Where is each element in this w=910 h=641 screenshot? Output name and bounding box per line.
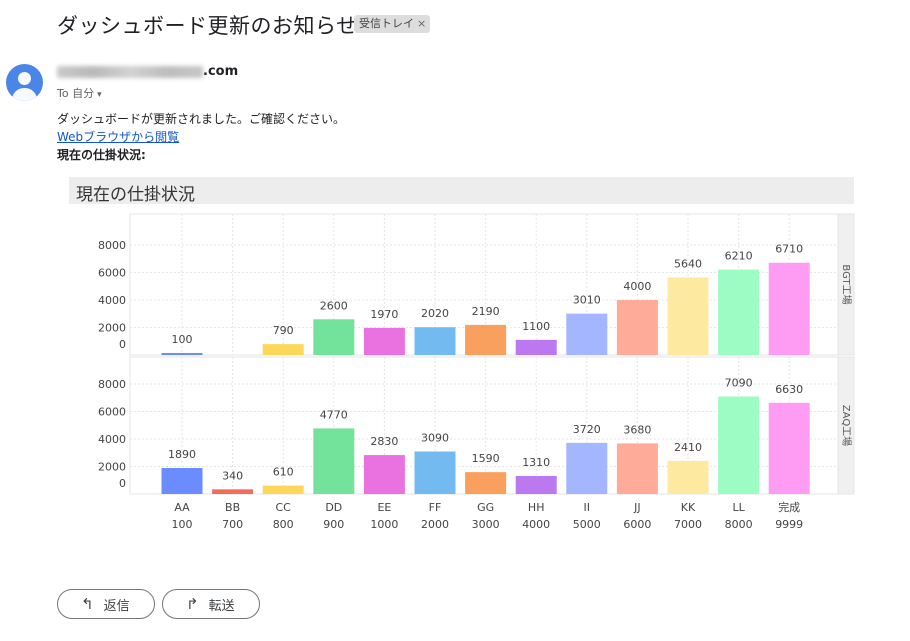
- x-tick-label: DD: [325, 501, 342, 514]
- reply-label: 返信: [103, 598, 130, 614]
- x-tick-code-label: 6000: [623, 518, 651, 531]
- data-label: 4000: [623, 280, 651, 293]
- bar: [161, 468, 203, 494]
- data-label: 3090: [421, 432, 449, 445]
- reply-arrow-icon: ↰: [81, 595, 94, 613]
- bar: [262, 485, 304, 494]
- y-tick-label: 0: [119, 338, 126, 351]
- x-tick-label: KK: [681, 501, 696, 514]
- x-tick-label: LL: [732, 501, 745, 514]
- y-tick-label: 4000: [98, 294, 126, 307]
- data-label: 1590: [472, 452, 500, 465]
- forward-label: 転送: [208, 598, 235, 614]
- bar: [313, 428, 355, 494]
- data-label: 6630: [775, 383, 803, 396]
- bar: [616, 443, 658, 494]
- bar: [212, 489, 254, 494]
- y-tick-label: 6000: [98, 267, 126, 280]
- x-tick-label: EE: [377, 501, 391, 514]
- bar: [616, 300, 658, 355]
- wip-bar-chart: BGT工場0200040006000800010079026001970 2020…: [98, 213, 855, 531]
- x-tick-label: 完成: [778, 500, 800, 514]
- bar: [667, 460, 709, 494]
- x-tick-code-label: 3000: [472, 518, 500, 531]
- data-label: 2190: [472, 305, 500, 318]
- y-tick-label: 8000: [98, 239, 126, 252]
- x-tick-label: BB: [225, 501, 240, 514]
- x-tick-label: II: [584, 501, 591, 514]
- bar: [465, 324, 507, 355]
- x-tick-label: FF: [429, 501, 442, 514]
- data-label: 4770: [320, 408, 348, 421]
- bar: [566, 442, 608, 494]
- bar: [566, 313, 608, 355]
- bar: [768, 262, 810, 355]
- x-tick-label: JJ: [633, 501, 641, 514]
- y-tick-label: 8000: [98, 378, 126, 391]
- data-label: 3680: [623, 423, 651, 436]
- bar: [414, 327, 456, 355]
- x-tick-label: GG: [477, 501, 494, 514]
- y-tick-label: 0: [119, 477, 126, 490]
- x-tick-code-label: 1000: [370, 518, 398, 531]
- data-label: 340: [222, 469, 243, 482]
- data-label: 610: [273, 466, 294, 479]
- facet-label: BGT工場: [840, 264, 853, 304]
- x-tick-label: AA: [174, 501, 190, 514]
- bar: [465, 472, 507, 494]
- data-label: 5640: [674, 257, 702, 270]
- forward-arrow-icon: ↱: [186, 595, 199, 613]
- bar: [718, 396, 760, 494]
- data-label: 100: [172, 333, 193, 346]
- data-label: 3010: [573, 294, 601, 307]
- data-label: 2410: [674, 441, 702, 454]
- bar: [515, 339, 557, 355]
- bar: [313, 319, 355, 355]
- data-label: 1890: [168, 448, 196, 461]
- y-tick-label: 6000: [98, 406, 126, 419]
- x-tick-code-label: 4000: [522, 518, 550, 531]
- data-label: 2600: [320, 299, 348, 312]
- bar: [262, 344, 304, 355]
- y-tick-label: 2000: [98, 461, 126, 474]
- data-label: 2830: [370, 435, 398, 448]
- bar: [768, 402, 810, 494]
- data-label: 3720: [573, 423, 601, 436]
- x-tick-code-label: 700: [222, 518, 243, 531]
- y-tick-label: 2000: [98, 322, 126, 335]
- data-label: 6710: [775, 243, 803, 256]
- data-label: 7090: [725, 377, 753, 390]
- reply-button[interactable]: ↰ 返信: [57, 589, 155, 619]
- x-tick-label: HH: [528, 501, 545, 514]
- data-label: 2020: [421, 307, 449, 320]
- facet-label: ZAQ工場: [840, 405, 853, 446]
- bar: [718, 269, 760, 355]
- bar: [414, 451, 456, 494]
- data-label: 790: [273, 324, 294, 337]
- x-tick-code-label: 800: [273, 518, 294, 531]
- data-label: 6210: [725, 250, 753, 263]
- x-tick-code-label: 100: [172, 518, 193, 531]
- data-label: 1310: [522, 456, 550, 469]
- y-tick-label: 4000: [98, 433, 126, 446]
- x-tick-code-label: 5000: [573, 518, 601, 531]
- x-tick-code-label: 2000: [421, 518, 449, 531]
- bar: [161, 353, 203, 355]
- data-label: 1970: [370, 308, 398, 321]
- x-tick-code-label: 9999: [775, 518, 803, 531]
- bar: [363, 455, 405, 494]
- bar: [363, 327, 405, 355]
- bar: [515, 475, 557, 494]
- x-tick-code-label: 8000: [725, 518, 753, 531]
- x-tick-code-label: 900: [323, 518, 344, 531]
- x-tick-code-label: 7000: [674, 518, 702, 531]
- bar: [667, 277, 709, 355]
- x-tick-label: CC: [276, 501, 292, 514]
- data-label: 1100: [522, 320, 550, 333]
- forward-button[interactable]: ↱ 転送: [162, 589, 260, 619]
